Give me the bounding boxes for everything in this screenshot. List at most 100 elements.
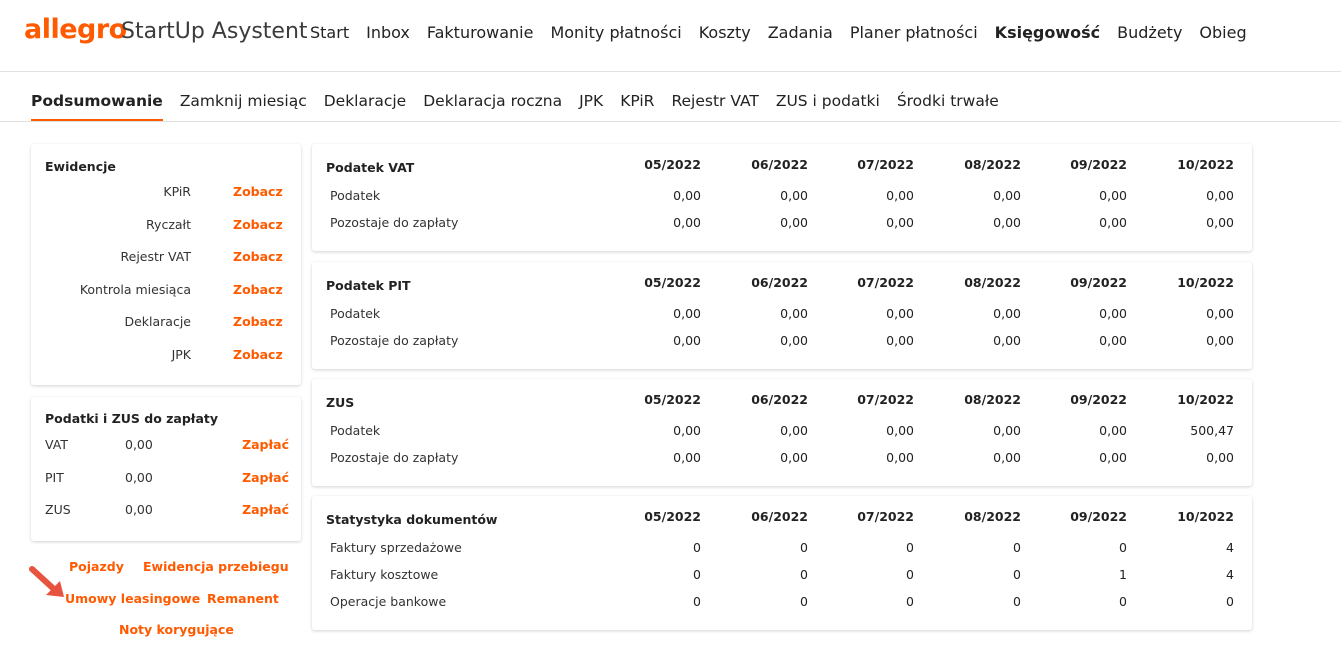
table-cell: 0,00 (993, 188, 1021, 203)
ewidencje-label: JPK (171, 346, 191, 362)
tab-2[interactable]: Deklaracje (324, 92, 407, 121)
table-cell: 0,00 (993, 306, 1021, 321)
zaplac-link[interactable]: Zapłać (242, 470, 289, 485)
nav-item-8[interactable]: Budżety (1117, 23, 1182, 42)
nav-item-9[interactable]: Obieg (1199, 23, 1246, 42)
sub-nav-items: Podsumowanie Zamknij miesiąc Deklaracje Dek… (31, 92, 1016, 121)
table-cell: 0,00 (1206, 450, 1234, 465)
tab-6[interactable]: Rejestr VAT (671, 92, 758, 121)
nav-item-5[interactable]: Zadania (768, 23, 833, 42)
table-cell: 0 (1119, 540, 1127, 555)
nav-item-1[interactable]: Inbox (366, 23, 410, 42)
link-ewidencja-przebiegu[interactable]: Ewidencja przebiegu (143, 559, 289, 574)
tab-4[interactable]: JPK (579, 92, 603, 121)
tab-5[interactable]: KPiR (620, 92, 654, 121)
table-cell: 4 (1226, 567, 1234, 582)
ewidencje-row: Kontrola miesiąca Zobacz (45, 282, 283, 302)
table-row-label: Podatek (330, 423, 381, 438)
table-cell: 0,00 (993, 333, 1021, 348)
month-header: 05/2022 (644, 509, 701, 524)
ewidencje-label: Deklaracje (124, 314, 191, 329)
zaplac-link[interactable]: Zapłać (242, 437, 289, 452)
month-header: 06/2022 (751, 157, 808, 172)
table-row-label: Pozostaje do zapłaty (330, 450, 459, 465)
top-bar: allegro StartUp Asystent Start Inbox Faktu… (0, 0, 1341, 72)
nav-item-7[interactable]: Księgowość (995, 23, 1100, 42)
nav-item-4[interactable]: Koszty (699, 23, 751, 42)
podatki-name: PIT (45, 469, 64, 485)
table-row-label: Pozostaje do zapłaty (330, 333, 459, 348)
tab-0[interactable]: Podsumowanie (31, 92, 163, 121)
nav-item-0[interactable]: Start (310, 23, 349, 42)
table-cell: 0 (1013, 540, 1021, 555)
table-cell: 0 (906, 594, 914, 609)
pointer-arrow-icon (29, 566, 64, 597)
zobacz-link[interactable]: Zobacz (233, 347, 283, 362)
month-header: 06/2022 (751, 275, 808, 290)
table-card: ZUS 05/2022 06/2022 07/2022 08/2022 09/2022 10… (312, 379, 1252, 486)
zobacz-link[interactable]: Zobacz (233, 217, 283, 232)
zobacz-link[interactable]: Zobacz (233, 184, 283, 199)
link-noty-korygujace[interactable]: Noty korygujące (119, 622, 234, 637)
zobacz-link[interactable]: Zobacz (233, 249, 283, 264)
table-cell: 0,00 (886, 188, 914, 203)
table-title: ZUS (326, 395, 355, 410)
zaplac-link[interactable]: Zapłać (242, 502, 289, 517)
table-cell: 0,00 (780, 450, 808, 465)
table-cell: 0 (1226, 594, 1234, 609)
table-cell: 0 (693, 594, 701, 609)
ewidencje-row: JPK Zobacz (45, 346, 283, 367)
nav-item-2[interactable]: Fakturowanie (427, 23, 534, 42)
month-header: 09/2022 (1070, 509, 1127, 524)
month-header: 05/2022 (644, 157, 701, 172)
table-cell: 0 (1119, 594, 1127, 609)
table-cell: 0 (906, 567, 914, 582)
link-remanent[interactable]: Remanent (207, 591, 279, 606)
table-cell: 0,00 (673, 306, 701, 321)
table-title: Podatek VAT (326, 160, 415, 175)
table-card: Podatek PIT 05/2022 06/2022 07/2022 08/2022 0… (312, 262, 1252, 369)
month-header: 09/2022 (1070, 392, 1127, 407)
tab-1[interactable]: Zamknij miesiąc (180, 92, 307, 121)
sub-nav: Podsumowanie Zamknij miesiąc Deklaracje Dek… (0, 73, 1341, 122)
table-cell: 0,00 (886, 423, 914, 438)
table-cell: 0,00 (673, 423, 701, 438)
table-cell: 0,00 (886, 215, 914, 230)
podatki-card: Podatki i ZUS do zapłaty VAT 0,00 Zapłać PI… (31, 397, 301, 541)
nav-item-3[interactable]: Monity płatności (550, 23, 681, 42)
tab-8[interactable]: Środki trwałe (897, 92, 999, 121)
month-header: 05/2022 (644, 392, 701, 407)
month-header: 08/2022 (964, 275, 1021, 290)
month-header: 08/2022 (964, 392, 1021, 407)
podatki-title: Podatki i ZUS do zapłaty (45, 411, 219, 426)
table-card: Podatek VAT 05/2022 06/2022 07/2022 08/2022 0… (312, 144, 1252, 251)
table-title: Statystyka dokumentów (326, 512, 498, 527)
table-cell: 0,00 (673, 215, 701, 230)
nav-item-6[interactable]: Planer płatności (850, 23, 978, 42)
month-header: 06/2022 (751, 509, 808, 524)
ewidencje-card: Ewidencje KPiR Zobacz Ryczałt Zobacz Rejestr… (31, 144, 301, 385)
table-cell: 0 (800, 567, 808, 582)
table-cell: 0,00 (1206, 188, 1234, 203)
table-cell: 0 (800, 594, 808, 609)
table-cell: 0 (800, 540, 808, 555)
table-row-label: Podatek (330, 306, 381, 321)
link-umowy-leasingowe[interactable]: Umowy leasingowe (65, 591, 200, 606)
table-cell: 0,00 (780, 423, 808, 438)
tab-7[interactable]: ZUS i podatki (776, 92, 880, 121)
podatki-name: ZUS (45, 502, 71, 517)
zobacz-link[interactable]: Zobacz (233, 282, 283, 297)
month-header: 09/2022 (1070, 275, 1127, 290)
table-row-label: Operacje bankowe (330, 594, 447, 609)
allegro-logo[interactable]: allegro (24, 14, 127, 45)
ewidencje-label: Ryczałt (146, 216, 191, 232)
month-header: 10/2022 (1177, 157, 1234, 172)
month-header: 07/2022 (857, 157, 914, 172)
table-cell: 0,00 (886, 450, 914, 465)
table-cell: 0 (693, 540, 701, 555)
tab-3[interactable]: Deklaracja roczna (423, 92, 562, 121)
link-pojazdy[interactable]: Pojazdy (69, 559, 124, 574)
zobacz-link[interactable]: Zobacz (233, 314, 283, 329)
table-cell: 1 (1119, 567, 1127, 582)
podatki-row: ZUS 0,00 Zapłać (45, 502, 289, 522)
